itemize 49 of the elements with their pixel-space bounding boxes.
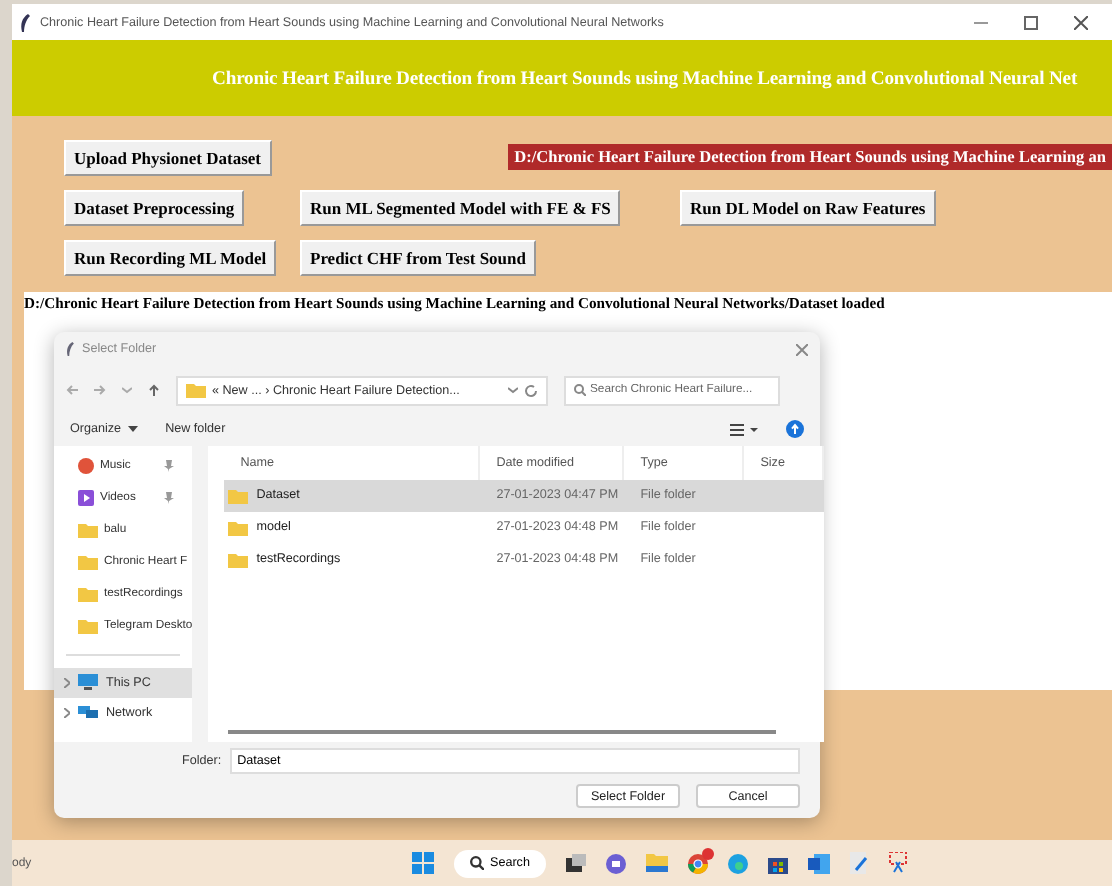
ring-icon[interactable] xyxy=(687,853,708,873)
chevron-down-icon[interactable] xyxy=(122,386,132,395)
feather-icon xyxy=(66,342,74,357)
music-icon xyxy=(78,457,94,474)
action-button[interactable]: Run ML Segmented Model with FE & FS xyxy=(300,190,621,226)
chevron-right-icon[interactable] xyxy=(64,677,70,688)
bag-icon[interactable] xyxy=(767,853,788,873)
close-icon[interactable] xyxy=(796,343,808,356)
folder-icon xyxy=(228,487,249,504)
chevron-down-icon[interactable] xyxy=(508,386,518,395)
folder-icon xyxy=(228,551,249,568)
feather-icon xyxy=(20,13,30,31)
scrollbar[interactable] xyxy=(228,730,777,734)
pin-icon xyxy=(164,491,175,504)
forward-arrow-icon[interactable] xyxy=(94,384,106,397)
minimize-icon[interactable] xyxy=(974,21,988,23)
refresh-icon[interactable] xyxy=(524,383,538,398)
app-title: Chronic Heart Failure Detection from Heart Sounds using Machine Learning and Convolutional Neural Net xyxy=(212,67,1078,89)
swirl-icon[interactable] xyxy=(727,853,748,873)
search-icon xyxy=(574,384,586,397)
network-icon xyxy=(78,704,98,721)
window-stack-icon[interactable] xyxy=(565,854,586,872)
notepad-icon[interactable] xyxy=(849,852,868,874)
maximize-icon[interactable] xyxy=(1024,15,1038,29)
back-arrow-icon[interactable] xyxy=(66,384,78,397)
scissors-icon[interactable] xyxy=(887,852,908,874)
action-button[interactable]: Dataset Preprocessing xyxy=(64,190,245,226)
path-label: D:/Chronic Heart Failure Detection from Heart Sounds using Machine Learning an xyxy=(508,144,1112,170)
view-menu-icon[interactable] xyxy=(730,423,758,436)
action-button[interactable]: Run Recording ML Model xyxy=(64,240,277,276)
search-icon xyxy=(470,856,484,870)
video-icon xyxy=(78,489,94,506)
caret-icon xyxy=(127,426,138,433)
folder-icon xyxy=(186,382,206,399)
folder-icon xyxy=(228,519,249,536)
action-button[interactable]: Predict CHF from Test Sound xyxy=(300,240,536,276)
notification-dot xyxy=(701,847,714,859)
monitor-icon xyxy=(78,674,98,691)
chevron-right-icon[interactable] xyxy=(64,707,70,718)
chat-bubble-icon[interactable] xyxy=(605,853,626,873)
help-icon[interactable] xyxy=(786,420,804,439)
document-icon[interactable] xyxy=(807,853,830,873)
close-icon[interactable] xyxy=(1074,15,1088,29)
action-button[interactable]: Upload Physionet Dataset xyxy=(64,140,272,176)
folder-icon[interactable] xyxy=(645,854,668,872)
up-arrow-icon[interactable] xyxy=(148,384,160,397)
action-button[interactable]: Run DL Model on Raw Features xyxy=(680,190,936,226)
pin-icon xyxy=(164,459,175,472)
grid-icon[interactable] xyxy=(412,852,434,874)
